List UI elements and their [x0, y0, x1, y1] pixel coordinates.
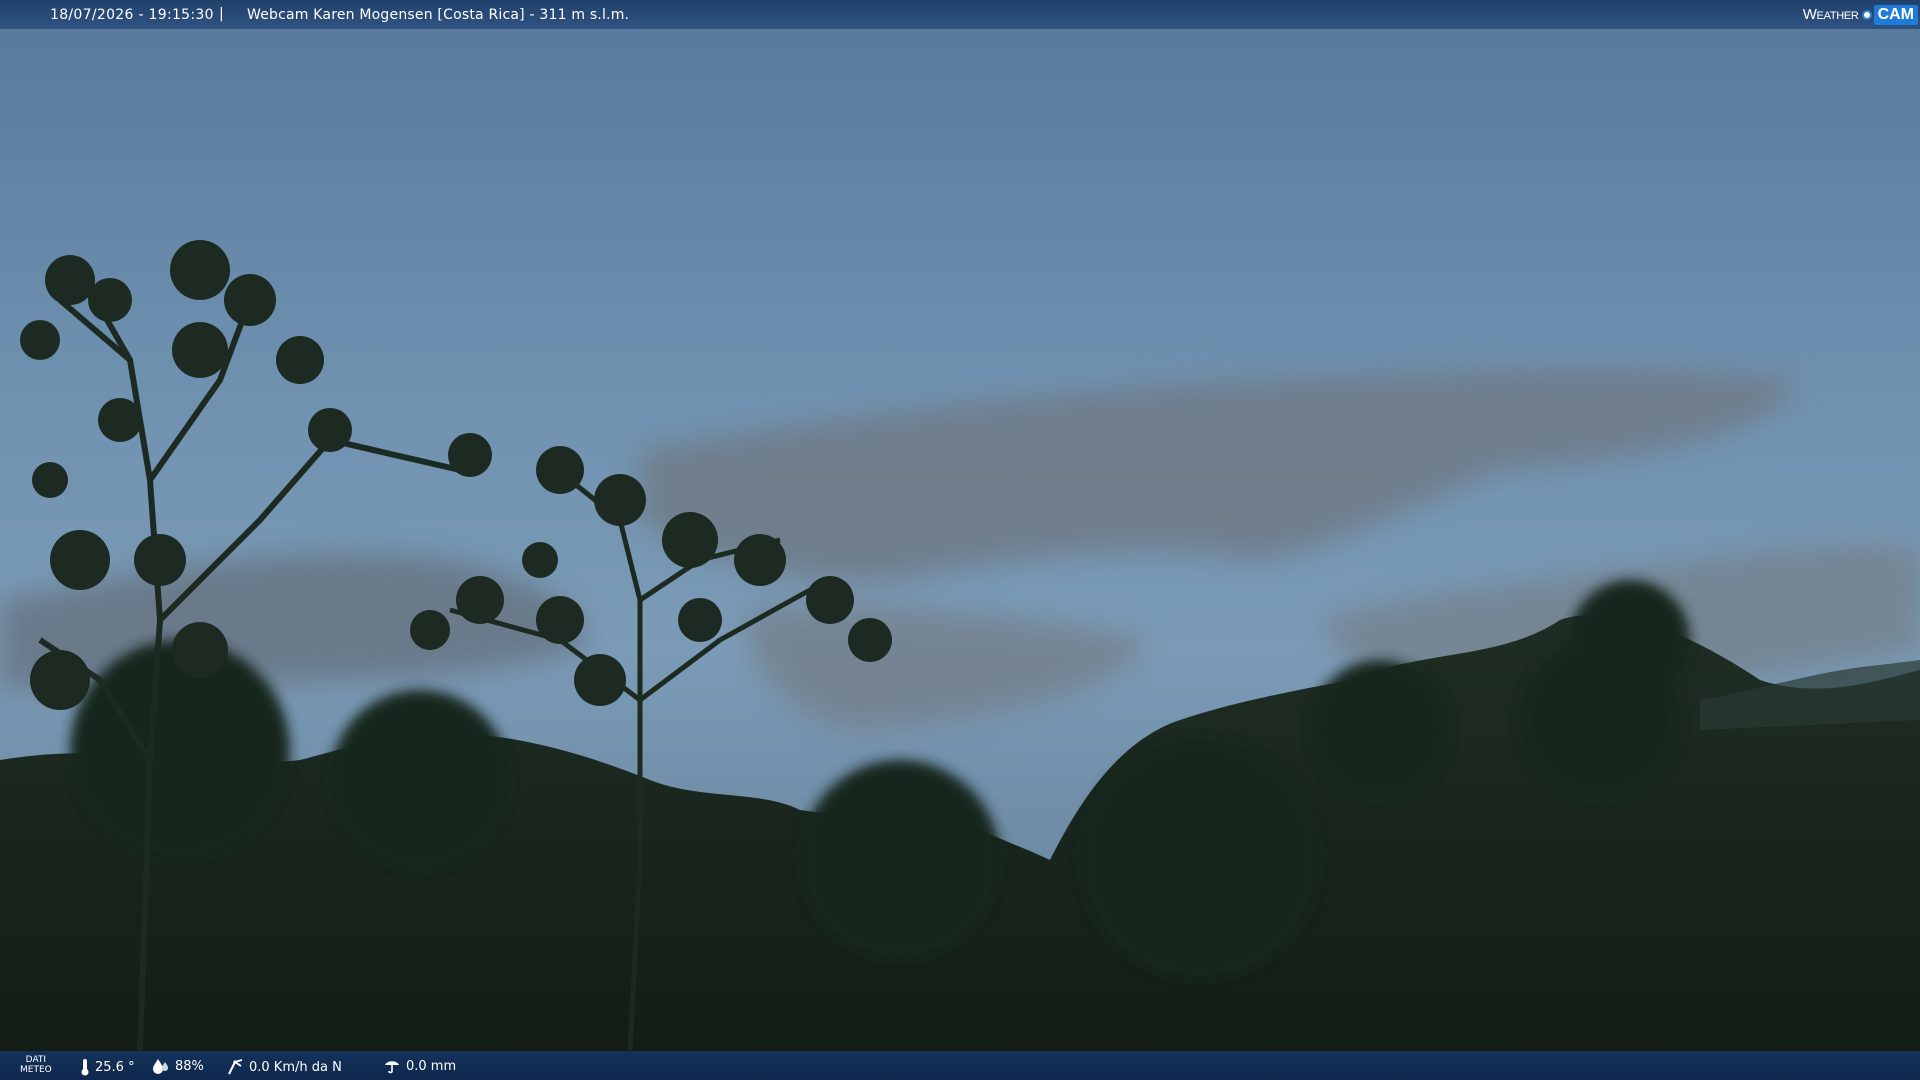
wind-readout: 0.0 Km/h da N	[226, 1058, 342, 1076]
webcam-image	[0, 0, 1920, 1080]
humidity-readout: 88%	[152, 1058, 204, 1074]
logo-dot-icon	[1861, 9, 1872, 20]
separator: |	[219, 6, 224, 22]
humidity-icon	[153, 1059, 168, 1074]
rain-value: 0.0 mm	[406, 1058, 457, 1074]
temperature-readout: 25.6 °	[80, 1058, 135, 1076]
wind-icon	[228, 1059, 243, 1075]
datetime-label: 18/07/2026 - 19:15:30	[50, 7, 214, 23]
humidity-value: 88%	[175, 1058, 204, 1074]
rain-icon	[385, 1061, 399, 1074]
logo-weather-text: Weather	[1802, 6, 1859, 23]
dati-meteo-line2: METEO	[20, 1065, 52, 1075]
weather-data-bar: DATI METEO 25.6 ° 88% 0.0 Km/h da N 0.0 …	[0, 1051, 1920, 1080]
dati-meteo-label: DATI METEO	[20, 1055, 52, 1075]
header-bar: 18/07/2026 - 19:15:30 | Webcam Karen Mog…	[0, 0, 1920, 29]
temperature-value: 25.6 °	[95, 1059, 135, 1075]
logo-cam-text: CAM	[1873, 4, 1918, 25]
webcam-title: Webcam Karen Mogensen [Costa Rica] - 311…	[247, 7, 630, 23]
thermometer-icon	[81, 1059, 89, 1076]
wind-value: 0.0 Km/h da N	[249, 1059, 342, 1075]
weathercam-logo: Weather CAM	[1803, 3, 1918, 26]
rain-readout: 0.0 mm	[383, 1058, 456, 1074]
dati-meteo-line1: DATI	[25, 1055, 47, 1065]
